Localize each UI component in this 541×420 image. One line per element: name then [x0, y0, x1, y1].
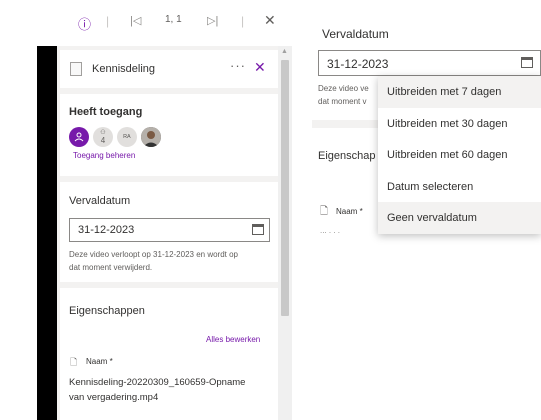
expiry-title: Vervaldatum [69, 195, 131, 207]
zoomed-note-line2: dat moment v [318, 97, 367, 106]
page-indicator: 1, 1 [165, 14, 182, 25]
zoomed-properties-title: Eigenschap [318, 150, 376, 162]
more-options-icon[interactable]: ··· [230, 58, 246, 73]
panel-close-icon[interactable]: ✕ [254, 59, 266, 76]
details-panel: Kennisdeling ··· ✕ Heeft toegang ⚇ 4 ᴿᴬ … [57, 46, 278, 420]
menu-item-select-date[interactable]: Datum selecteren [378, 171, 541, 203]
name-value-line2[interactable]: van vergadering.mp4 [69, 391, 158, 404]
people-icon: ᴿᴬ [123, 132, 131, 142]
viewer-toolbar: ⓘ | |◁ 1, 1 ▷| | ✕ [0, 0, 296, 46]
first-page-icon[interactable]: |◁ [130, 14, 141, 27]
info-icon[interactable]: ⓘ [78, 14, 91, 33]
name-label: Naam * [86, 357, 113, 366]
last-page-icon[interactable]: ▷| [207, 14, 218, 27]
name-value-line1[interactable]: Kennisdeling-20220309_160659-Opname [69, 376, 245, 389]
manage-access-link[interactable]: Toegang beheren [73, 151, 135, 160]
document-icon [70, 62, 82, 76]
scroll-up-icon[interactable]: ▲ [281, 48, 288, 55]
people-avatar[interactable]: ᴿᴬ [117, 127, 137, 147]
expiry-options-menu: Uitbreiden met 7 dagen Uitbreiden met 30… [378, 76, 541, 234]
zoomed-file-icon: 🗋 [320, 206, 329, 217]
toolbar-separator: | [241, 14, 245, 28]
properties-card: Eigenschappen Alles bewerken 🗋 Naam * Ke… [60, 288, 278, 420]
toolbar-separator: | [106, 14, 110, 28]
zoomed-date-value: 31-12-2023 [327, 57, 389, 71]
menu-item-extend-7[interactable]: Uitbreiden met 7 dagen [378, 76, 541, 108]
expiry-date-input[interactable]: 31-12-2023 [69, 218, 270, 242]
calendar-icon[interactable] [252, 224, 264, 235]
menu-item-extend-30[interactable]: Uitbreiden met 30 dagen [378, 108, 541, 140]
panel-scrollbar[interactable]: ▲ [278, 46, 292, 420]
zoomed-name-label: Naam * [336, 207, 363, 216]
group-avatar[interactable]: ⚇ 4 [93, 127, 113, 147]
expiry-note-line2: dat moment verwijderd. [69, 263, 153, 272]
zoomed-date-input[interactable]: 31-12-2023 [318, 50, 541, 76]
close-icon[interactable]: ✕ [264, 12, 276, 29]
access-title: Heeft toegang [69, 106, 143, 118]
expiry-date-value: 31-12-2023 [78, 224, 135, 236]
avatar[interactable] [69, 127, 89, 147]
menu-item-extend-60[interactable]: Uitbreiden met 60 dagen [378, 139, 541, 171]
menu-item-no-expiry[interactable]: Geen vervaldatum [378, 202, 541, 234]
properties-title: Eigenschappen [69, 305, 145, 317]
zoomed-calendar-icon[interactable] [521, 57, 533, 68]
expiry-card: Vervaldatum 31-12-2023 Deze video verloo… [60, 182, 278, 282]
zoomed-partial-text: ... . . . [320, 226, 341, 235]
panel-header: Kennisdeling ··· ✕ [60, 50, 278, 88]
video-strip [37, 46, 57, 420]
panel-title: Kennisdeling [92, 63, 155, 75]
user-photo-avatar[interactable] [141, 127, 161, 147]
scroll-thumb[interactable] [281, 60, 289, 316]
access-card: Heeft toegang ⚇ 4 ᴿᴬ Toegang beheren [60, 94, 278, 176]
edit-all-link[interactable]: Alles bewerken [206, 335, 260, 344]
file-icon: 🗋 [70, 357, 78, 367]
expiry-note-line1: Deze video verloopt op 31-12-2023 en wor… [69, 250, 238, 259]
zoomed-note-line1: Deze video ve [318, 84, 369, 93]
group-count: 4 [100, 136, 106, 145]
zoomed-expiry-title: Vervaldatum [322, 27, 389, 41]
